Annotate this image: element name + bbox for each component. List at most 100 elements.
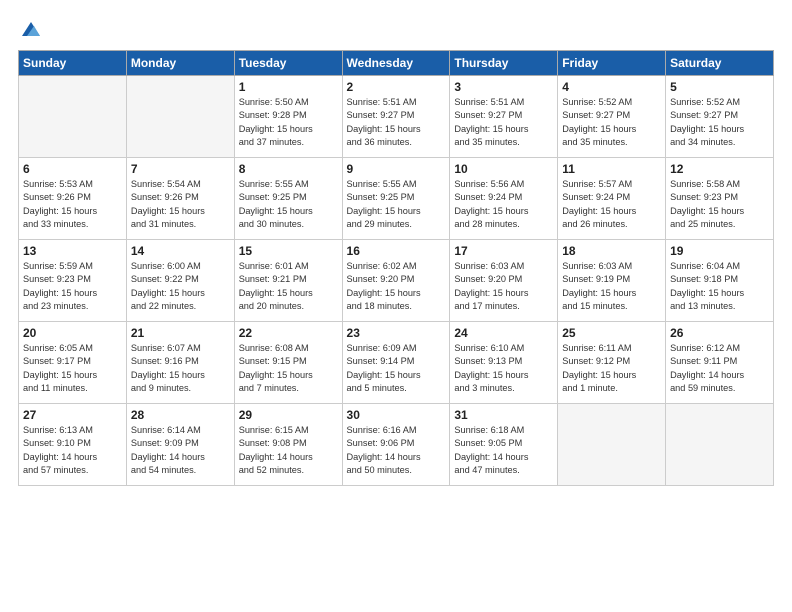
day-number: 14 [131,244,230,258]
calendar-cell: 15 Sunrise: 6:01 AM Sunset: 9:21 PM Dayli… [234,240,342,322]
calendar-cell: 18 Sunrise: 6:03 AM Sunset: 9:19 PM Dayli… [558,240,666,322]
calendar-cell: 3 Sunrise: 5:51 AM Sunset: 9:27 PM Daylig… [450,76,558,158]
day-number: 12 [670,162,769,176]
calendar-week-3: 13 Sunrise: 5:59 AM Sunset: 9:23 PM Dayli… [19,240,774,322]
day-number: 24 [454,326,553,340]
day-number: 3 [454,80,553,94]
day-detail: Sunrise: 5:59 AM Sunset: 9:23 PM Dayligh… [23,260,122,313]
day-number: 18 [562,244,661,258]
calendar-cell [558,404,666,486]
calendar-cell: 25 Sunrise: 6:11 AM Sunset: 9:12 PM Dayli… [558,322,666,404]
day-detail: Sunrise: 5:56 AM Sunset: 9:24 PM Dayligh… [454,178,553,231]
day-number: 13 [23,244,122,258]
day-detail: Sunrise: 5:52 AM Sunset: 9:27 PM Dayligh… [562,96,661,149]
calendar-cell: 4 Sunrise: 5:52 AM Sunset: 9:27 PM Daylig… [558,76,666,158]
day-number: 29 [239,408,338,422]
calendar-cell: 6 Sunrise: 5:53 AM Sunset: 9:26 PM Daylig… [19,158,127,240]
calendar-cell: 19Sunrise: 6:04 AM Sunset: 9:18 PM Dayli… [666,240,774,322]
calendar-weekday-friday: Friday [558,51,666,76]
day-detail: Sunrise: 5:51 AM Sunset: 9:27 PM Dayligh… [454,96,553,149]
calendar-cell: 17Sunrise: 6:03 AM Sunset: 9:20 PM Dayli… [450,240,558,322]
day-number: 20 [23,326,122,340]
calendar-weekday-sunday: Sunday [19,51,127,76]
calendar-cell: 31Sunrise: 6:18 AM Sunset: 9:05 PM Dayli… [450,404,558,486]
calendar-week-4: 20 Sunrise: 6:05 AM Sunset: 9:17 PM Dayli… [19,322,774,404]
day-detail: Sunrise: 6:03 AM Sunset: 9:19 PM Dayligh… [562,260,661,313]
day-number: 1 [239,80,338,94]
calendar-table: SundayMondayTuesdayWednesdayThursdayFrid… [18,50,774,486]
calendar-cell: 26Sunrise: 6:12 AM Sunset: 9:11 PM Dayli… [666,322,774,404]
day-detail: Sunrise: 6:15 AM Sunset: 9:08 PM Dayligh… [239,424,338,477]
calendar-week-5: 27 Sunrise: 6:13 AM Sunset: 9:10 PM Dayli… [19,404,774,486]
calendar-cell: 22 Sunrise: 6:08 AM Sunset: 9:15 PM Dayli… [234,322,342,404]
calendar-cell: 13 Sunrise: 5:59 AM Sunset: 9:23 PM Dayli… [19,240,127,322]
logo [18,18,42,40]
day-detail: Sunrise: 6:11 AM Sunset: 9:12 PM Dayligh… [562,342,661,395]
day-number: 25 [562,326,661,340]
day-number: 5 [670,80,769,94]
day-detail: Sunrise: 6:14 AM Sunset: 9:09 PM Dayligh… [131,424,230,477]
day-detail: Sunrise: 6:05 AM Sunset: 9:17 PM Dayligh… [23,342,122,395]
day-number: 7 [131,162,230,176]
calendar-weekday-wednesday: Wednesday [342,51,450,76]
calendar-cell [126,76,234,158]
calendar-week-2: 6 Sunrise: 5:53 AM Sunset: 9:26 PM Daylig… [19,158,774,240]
day-number: 9 [347,162,446,176]
calendar-cell: 24Sunrise: 6:10 AM Sunset: 9:13 PM Dayli… [450,322,558,404]
day-detail: Sunrise: 6:02 AM Sunset: 9:20 PM Dayligh… [347,260,446,313]
day-number: 16 [347,244,446,258]
calendar-cell: 27 Sunrise: 6:13 AM Sunset: 9:10 PM Dayli… [19,404,127,486]
header [18,18,774,40]
calendar-header-row: SundayMondayTuesdayWednesdayThursdayFrid… [19,51,774,76]
day-number: 11 [562,162,661,176]
calendar-cell [19,76,127,158]
day-detail: Sunrise: 6:08 AM Sunset: 9:15 PM Dayligh… [239,342,338,395]
page: SundayMondayTuesdayWednesdayThursdayFrid… [0,0,792,612]
day-number: 15 [239,244,338,258]
day-number: 6 [23,162,122,176]
calendar-cell: 28Sunrise: 6:14 AM Sunset: 9:09 PM Dayli… [126,404,234,486]
day-detail: Sunrise: 6:16 AM Sunset: 9:06 PM Dayligh… [347,424,446,477]
calendar-cell: 30Sunrise: 6:16 AM Sunset: 9:06 PM Dayli… [342,404,450,486]
day-detail: Sunrise: 5:52 AM Sunset: 9:27 PM Dayligh… [670,96,769,149]
calendar-cell: 14Sunrise: 6:00 AM Sunset: 9:22 PM Dayli… [126,240,234,322]
calendar-weekday-monday: Monday [126,51,234,76]
day-number: 22 [239,326,338,340]
day-number: 21 [131,326,230,340]
day-number: 26 [670,326,769,340]
calendar-cell: 29 Sunrise: 6:15 AM Sunset: 9:08 PM Dayli… [234,404,342,486]
calendar-weekday-tuesday: Tuesday [234,51,342,76]
calendar-cell: 16 Sunrise: 6:02 AM Sunset: 9:20 PM Dayli… [342,240,450,322]
calendar-weekday-saturday: Saturday [666,51,774,76]
calendar-weekday-thursday: Thursday [450,51,558,76]
day-detail: Sunrise: 5:53 AM Sunset: 9:26 PM Dayligh… [23,178,122,231]
day-number: 8 [239,162,338,176]
calendar-week-1: 1 Sunrise: 5:50 AM Sunset: 9:28 PM Daylig… [19,76,774,158]
day-number: 23 [347,326,446,340]
day-number: 2 [347,80,446,94]
calendar-cell: 11 Sunrise: 5:57 AM Sunset: 9:24 PM Dayli… [558,158,666,240]
day-detail: Sunrise: 6:13 AM Sunset: 9:10 PM Dayligh… [23,424,122,477]
calendar-cell: 23Sunrise: 6:09 AM Sunset: 9:14 PM Dayli… [342,322,450,404]
calendar-cell: 5 Sunrise: 5:52 AM Sunset: 9:27 PM Daylig… [666,76,774,158]
calendar-cell: 9Sunrise: 5:55 AM Sunset: 9:25 PM Daylig… [342,158,450,240]
day-detail: Sunrise: 6:04 AM Sunset: 9:18 PM Dayligh… [670,260,769,313]
calendar-cell: 7 Sunrise: 5:54 AM Sunset: 9:26 PM Daylig… [126,158,234,240]
day-number: 10 [454,162,553,176]
calendar-cell: 21Sunrise: 6:07 AM Sunset: 9:16 PM Dayli… [126,322,234,404]
day-number: 27 [23,408,122,422]
logo-icon [20,18,42,40]
calendar-cell: 10 Sunrise: 5:56 AM Sunset: 9:24 PM Dayli… [450,158,558,240]
calendar-cell [666,404,774,486]
calendar-cell: 8Sunrise: 5:55 AM Sunset: 9:25 PM Daylig… [234,158,342,240]
day-detail: Sunrise: 6:18 AM Sunset: 9:05 PM Dayligh… [454,424,553,477]
calendar-cell: 2Sunrise: 5:51 AM Sunset: 9:27 PM Daylig… [342,76,450,158]
day-detail: Sunrise: 5:57 AM Sunset: 9:24 PM Dayligh… [562,178,661,231]
day-detail: Sunrise: 5:54 AM Sunset: 9:26 PM Dayligh… [131,178,230,231]
day-number: 4 [562,80,661,94]
day-detail: Sunrise: 5:58 AM Sunset: 9:23 PM Dayligh… [670,178,769,231]
day-detail: Sunrise: 5:50 AM Sunset: 9:28 PM Dayligh… [239,96,338,149]
day-detail: Sunrise: 6:01 AM Sunset: 9:21 PM Dayligh… [239,260,338,313]
calendar-cell: 1 Sunrise: 5:50 AM Sunset: 9:28 PM Daylig… [234,76,342,158]
day-detail: Sunrise: 6:03 AM Sunset: 9:20 PM Dayligh… [454,260,553,313]
